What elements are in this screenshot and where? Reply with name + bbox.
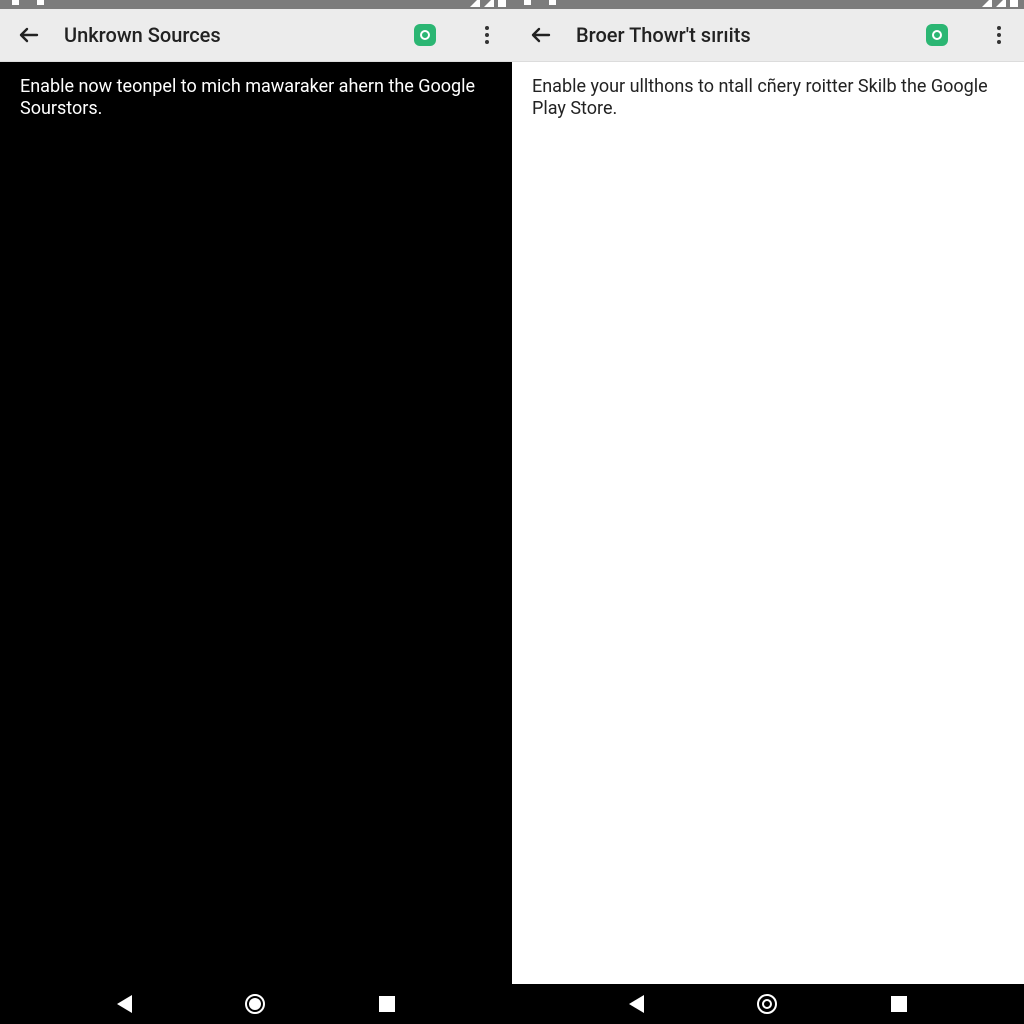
nav-home-button[interactable] <box>245 994 265 1014</box>
left-pane: Unkrown Sources Enable now teonpel to mi… <box>0 0 512 1024</box>
right-pane: Broer Thowr't sırıits Enable your ulltho… <box>512 0 1024 1024</box>
back-button[interactable] <box>528 22 554 48</box>
content-area: Enable now teonpel to mich mawaraker ahe… <box>0 62 512 1024</box>
action-badge[interactable] <box>414 24 436 46</box>
nav-recents-button[interactable] <box>379 996 395 1012</box>
nav-back-button[interactable] <box>117 995 132 1013</box>
nav-back-button[interactable] <box>629 995 644 1013</box>
description-text: Enable your ullthons to ntall cñery roit… <box>532 76 1004 120</box>
target-icon <box>932 30 942 40</box>
navigation-bar <box>0 984 512 1024</box>
battery-icon <box>498 0 506 7</box>
battery-icon <box>1010 0 1018 7</box>
status-icon <box>524 0 531 5</box>
target-icon <box>420 30 430 40</box>
nav-home-button[interactable] <box>757 994 777 1014</box>
more-vert-icon <box>485 26 489 44</box>
signal-icon <box>484 0 494 7</box>
page-title: Unkrown Sources <box>64 23 221 47</box>
back-button[interactable] <box>16 22 42 48</box>
nav-recents-button[interactable] <box>891 996 907 1012</box>
page-title: Broer Thowr't sırıits <box>576 23 751 47</box>
arrow-left-icon <box>17 23 41 47</box>
navigation-bar <box>512 984 1024 1024</box>
more-vert-icon <box>997 26 1001 44</box>
status-bar <box>512 0 1024 9</box>
status-icon <box>549 0 556 5</box>
status-icon <box>12 0 19 5</box>
status-bar <box>0 0 512 9</box>
action-badge[interactable] <box>926 24 948 46</box>
signal-icon <box>996 0 1006 7</box>
wifi-icon <box>470 0 480 7</box>
screenshot-pair: Unkrown Sources Enable now teonpel to mi… <box>0 0 1024 1024</box>
description-text: Enable now teonpel to mich mawaraker ahe… <box>20 76 492 120</box>
overflow-menu-button[interactable] <box>986 22 1012 48</box>
status-icon <box>37 0 44 5</box>
overflow-menu-button[interactable] <box>474 22 500 48</box>
app-bar: Broer Thowr't sırıits <box>512 9 1024 62</box>
content-area: Enable your ullthons to ntall cñery roit… <box>512 62 1024 1024</box>
app-bar: Unkrown Sources <box>0 9 512 62</box>
wifi-icon <box>982 0 992 7</box>
arrow-left-icon <box>529 23 553 47</box>
